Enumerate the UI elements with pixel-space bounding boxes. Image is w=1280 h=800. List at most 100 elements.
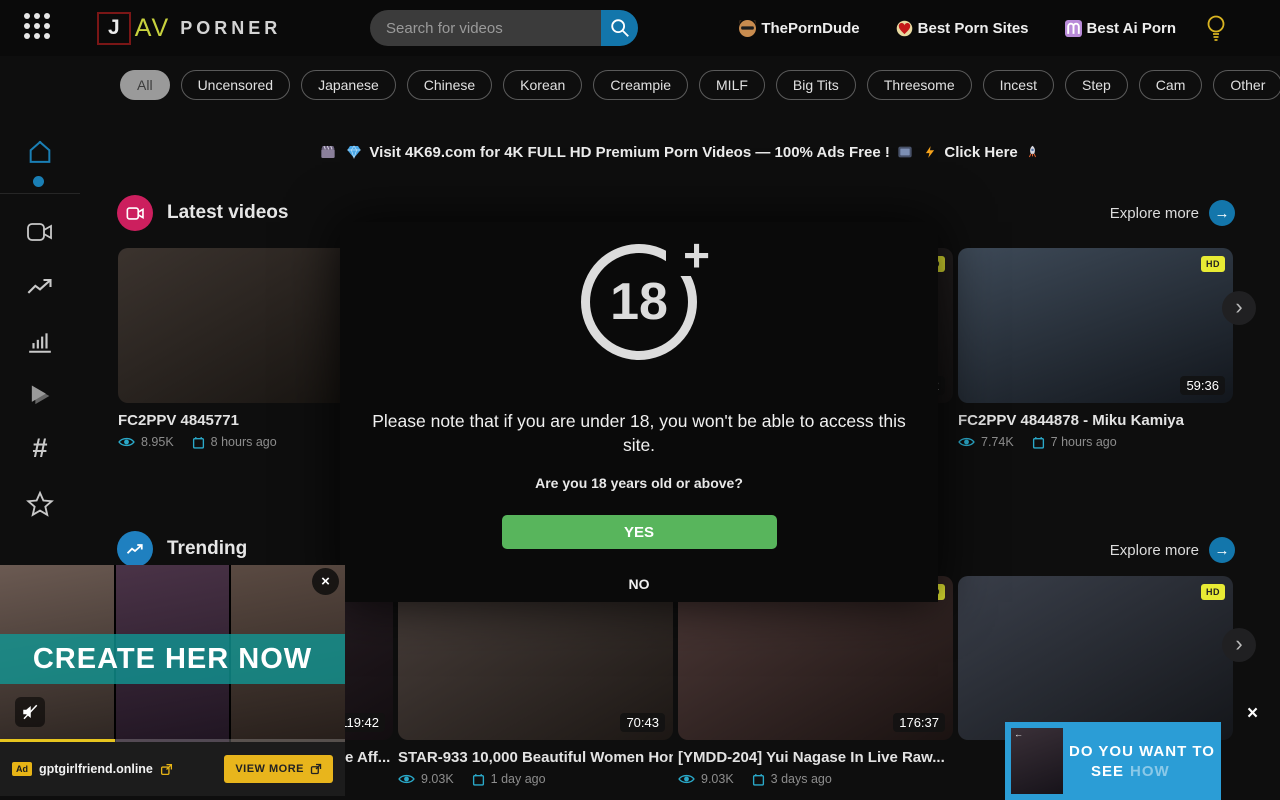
video-card[interactable]: HD [958,576,1233,740]
logo-av: AV [135,14,171,43]
rocket-icon [1025,144,1040,160]
video-thumbnail[interactable]: HD 59:36 [958,248,1233,403]
chip-cam[interactable]: Cam [1139,70,1203,100]
search-bar [370,10,638,46]
sidebar-divider [0,193,80,194]
video-meta: 7.74K 7 hours ago [958,435,1233,449]
chip-other[interactable]: Other [1213,70,1280,100]
chip-step[interactable]: Step [1065,70,1128,100]
top-header: J AV PORNER ThePornDude [0,0,1280,56]
sidebar-item-tags[interactable]: # [26,434,54,462]
18-plus-badge-icon: + 18 [564,236,714,386]
explore-label: Explore more [1110,205,1199,222]
video-title[interactable]: STAR-933 10,000 Beautiful Women Honj... [398,749,673,766]
home-icon [26,137,54,167]
chip-chinese[interactable]: Chinese [407,70,492,100]
latest-explore-more[interactable]: Explore more → [1110,200,1235,226]
link-best-porn-sites[interactable]: Best Porn Sites [896,20,1029,37]
trending-up-icon [26,276,54,298]
link-best-ai-porn[interactable]: Best Ai Porn [1065,20,1176,37]
section-title: Trending [167,538,247,560]
no-button[interactable]: NO [629,576,650,592]
video-camera-icon [126,206,145,221]
sidebar-item-home[interactable] [26,138,54,166]
trending-carousel-next-button[interactable]: › [1222,628,1256,662]
corner-ad[interactable]: ← DO YOU WANT TO SEEHOW [1005,722,1221,800]
active-indicator-dot [33,176,44,187]
duration-badge: 59:36 [1180,376,1225,395]
calendar-icon [472,773,485,786]
ad-close-button[interactable]: × [312,568,339,595]
video-card[interactable]: HD 59:36 FC2PPV 4844878 - Miku Kamiya 7.… [958,248,1233,449]
view-more-label: VIEW MORE [235,763,304,775]
ad-cta-band[interactable]: CREATE HER NOW [0,634,345,684]
chip-uncensored[interactable]: Uncensored [181,70,291,100]
chip-incest[interactable]: Incest [983,70,1054,100]
camcorder-icon [26,220,54,244]
trending-up-icon [126,542,144,557]
sidebar-item-trending[interactable] [26,273,54,301]
lightning-icon [923,144,937,160]
sidebar-item-stats[interactable] [26,328,54,356]
arrow-right-icon: → [1209,200,1235,226]
calendar-icon [1032,436,1045,449]
link-label: Best Porn Sites [918,20,1029,37]
muted-speaker-icon [21,703,39,721]
yes-button[interactable]: YES [502,515,777,549]
view-count: 9.03K [701,772,734,786]
posted-time: 8 hours ago [211,435,277,449]
ad-mute-button[interactable] [15,697,45,727]
video-ad: CREATE HER NOW × Ad gptgirlfriend.online [0,565,345,796]
external-link-icon [160,763,173,776]
badge-number: 18 [581,244,697,360]
video-meta: 9.03K 1 day ago [398,772,673,786]
chip-creampie[interactable]: Creampie [593,70,688,100]
video-card[interactable]: HD 176:37 [YMDD-204] Yui Nagase In Live … [678,576,953,786]
chevron-right-icon: › [1235,294,1242,320]
porndude-face-icon [739,20,756,37]
chip-korean[interactable]: Korean [503,70,582,100]
ad-video-area[interactable]: CREATE HER NOW × [0,565,345,742]
sidebar-item-videos[interactable] [26,218,54,246]
sidebar-item-favorites[interactable] [26,490,54,518]
duration-badge: 70:43 [620,713,665,732]
back-arrow-icon: ← [1014,729,1023,739]
sidebar-item-playlists[interactable] [26,382,54,410]
chip-big-tits[interactable]: Big Tits [776,70,856,100]
promo-banner-link[interactable]: Visit 4K69.com for 4K FULL HD Premium Po… [80,144,1280,161]
latest-carousel-next-button[interactable]: › [1222,291,1256,325]
age-question-text: Are you 18 years old or above? [535,475,743,491]
video-card[interactable]: HD 70:43 STAR-933 10,000 Beautiful Women… [398,576,673,786]
view-count: 7.74K [981,435,1014,449]
corner-ad-text: DO YOU WANT TO SEEHOW [1069,722,1221,800]
clapperboard-icon [320,144,336,160]
link-theporndude[interactable]: ThePornDude [739,20,859,37]
hd-badge: HD [1201,584,1225,600]
video-title[interactable]: [YMDD-204] Yui Nagase In Live Raw... [678,749,953,766]
trending-explore-more[interactable]: Explore more → [1110,537,1235,563]
chip-milf[interactable]: MILF [699,70,765,100]
trending-section-icon [117,531,153,567]
chip-threesome[interactable]: Threesome [867,70,972,100]
search-input[interactable] [370,10,601,46]
chip-all[interactable]: All [120,70,170,100]
video-thumbnail[interactable]: HD [958,576,1233,740]
chip-japanese[interactable]: Japanese [301,70,396,100]
video-meta: 9.03K 3 days ago [678,772,953,786]
ad-progress-track[interactable] [0,739,345,742]
corner-ad-line2: SEEHOW [1069,763,1217,780]
close-icon: × [321,573,330,590]
theme-lightbulb-button[interactable] [1204,14,1228,47]
ad-domain-link[interactable]: gptgirlfriend.online [39,762,153,776]
gem-icon [346,144,362,160]
views-eye-icon [678,773,695,785]
apps-grid-icon[interactable] [24,13,56,43]
video-title[interactable]: FC2PPV 4844878 - Miku Kamiya [958,412,1233,429]
view-more-button[interactable]: VIEW MORE [224,755,333,783]
lightbulb-icon [1204,14,1228,42]
search-button[interactable] [601,10,638,46]
star-icon [26,490,54,518]
site-logo[interactable]: J AV PORNER [97,12,281,45]
corner-ad-close-button[interactable]: × [1247,703,1258,725]
link-label: ThePornDude [761,20,859,37]
